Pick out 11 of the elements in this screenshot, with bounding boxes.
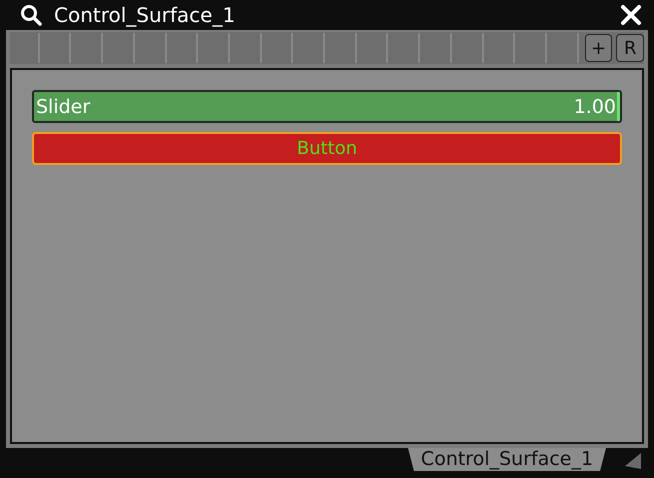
close-icon[interactable] xyxy=(620,4,642,26)
control-button[interactable]: Button xyxy=(32,132,622,165)
resize-grip-icon[interactable] xyxy=(624,452,642,470)
slider-label: Slider xyxy=(36,96,90,118)
slider-value: 1.00 xyxy=(574,96,616,118)
window-title: Control_Surface_1 xyxy=(54,3,236,27)
search-icon[interactable] xyxy=(20,4,42,26)
toolbar-button[interactable]: R xyxy=(616,34,644,62)
slider[interactable]: Slider 1.00 xyxy=(32,90,622,123)
toolbar-button[interactable]: + xyxy=(584,34,612,62)
surface-tab[interactable]: Control_Surface_1 xyxy=(408,448,606,471)
